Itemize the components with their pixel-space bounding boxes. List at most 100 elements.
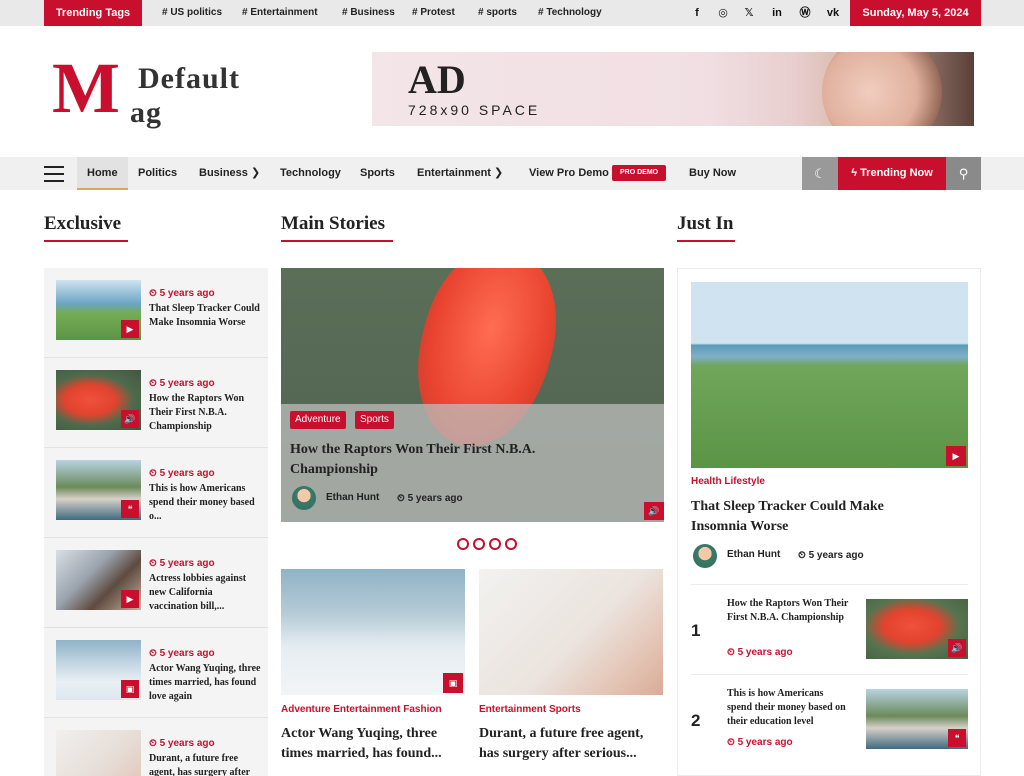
trending-now-button[interactable]: ϟ Trending Now [838, 157, 946, 190]
slider-dot-2[interactable] [473, 538, 485, 550]
author-avatar[interactable] [693, 544, 717, 568]
section-title-exclusive: Exclusive [44, 213, 122, 234]
author-avatar[interactable] [292, 486, 316, 510]
audio-volume-icon: 🔊 [948, 639, 966, 657]
logo-text-ag: ag [130, 96, 162, 129]
card-title[interactable]: Durant, a future free agent, has surgery… [479, 724, 663, 764]
tag-protest[interactable]: # Protest [412, 0, 455, 26]
slider-title[interactable]: How the Raptors Won Their First N.B.A. C… [290, 440, 590, 480]
list-item[interactable]: ▶ ⏲ 5 years ago That Sleep Tracker Could… [44, 268, 268, 358]
post-time: ⏲ 5 years ago [727, 737, 793, 748]
card-image-snowboard[interactable]: ▣ [281, 569, 465, 695]
ad-banner[interactable]: AD 728x90 SPACE [372, 52, 974, 126]
tag-entertainment[interactable]: # Entertainment [242, 0, 318, 26]
ad-title: AD [408, 57, 466, 102]
audio-volume-icon: 🔊 [644, 502, 664, 520]
thumbnail-image[interactable]: ▣ [56, 640, 141, 700]
featured-image-beach-dog[interactable]: ▶ [691, 282, 968, 468]
video-play-icon: ▶ [121, 320, 139, 338]
thumbnail-image[interactable]: ▶ [56, 550, 141, 610]
just-in-panel: ▶ Health Lifestyle That Sleep Tracker Co… [677, 268, 981, 776]
dark-mode-toggle[interactable]: ☾ [802, 157, 838, 190]
card-title[interactable]: Actor Wang Yuqing, three times married, … [281, 724, 465, 764]
slider-dot-4[interactable] [505, 538, 517, 550]
tag-us-politics[interactable]: # US politics [162, 0, 222, 26]
video-play-icon: ▶ [946, 446, 966, 466]
featured-post-title[interactable]: That Sleep Tracker Could Make Insomnia W… [691, 497, 941, 537]
list-item[interactable]: ❝ ⏲ 5 years ago This is how Americans sp… [44, 448, 268, 538]
search-icon[interactable]: ⚲ [946, 157, 981, 190]
nav-politics[interactable]: Politics [138, 157, 177, 190]
section-underline [44, 240, 128, 242]
list-item[interactable]: ▣ ⏲ 5 years ago Actor Wang Yuqing, three… [44, 628, 268, 718]
post-title[interactable]: This is how Americans spend their money … [149, 482, 261, 524]
thumbnail-image[interactable]: 🔊 [56, 370, 141, 430]
nav-sports[interactable]: Sports [360, 157, 395, 190]
post-title[interactable]: Actor Wang Yuqing, three times married, … [149, 662, 261, 704]
nav-home[interactable]: Home [77, 157, 128, 190]
slider-dot-3[interactable] [489, 538, 501, 550]
post-title[interactable]: This is how Americans spend their money … [727, 687, 849, 729]
tag-technology[interactable]: # Technology [538, 0, 602, 26]
post-time: ⏲ 5 years ago [149, 468, 215, 479]
hamburger-menu-icon[interactable] [44, 166, 64, 182]
thumbnail-image[interactable] [56, 730, 141, 776]
thumbnail-image[interactable]: ❝ [866, 689, 968, 749]
post-time: ⏲ 5 years ago [149, 648, 215, 659]
video-play-icon: ▶ [121, 590, 139, 608]
list-item[interactable]: ⏲ 5 years ago Durant, a future free agen… [44, 718, 268, 776]
list-item[interactable]: 🔊 ⏲ 5 years ago How the Raptors Won Thei… [44, 358, 268, 448]
linkedin-icon[interactable]: in [766, 0, 788, 26]
logo-text-default: Default [138, 62, 240, 95]
list-item[interactable]: 1 How the Raptors Won Their First N.B.A.… [691, 584, 968, 672]
vk-icon[interactable]: vk [822, 0, 844, 26]
post-time: ⏲ 5 years ago [798, 550, 864, 561]
wordpress-icon[interactable]: Ⓦ [794, 0, 816, 26]
post-title[interactable]: That Sleep Tracker Could Make Insomnia W… [149, 302, 261, 330]
logo-letter: M [52, 48, 120, 128]
post-title[interactable]: How the Raptors Won Their First N.B.A. C… [727, 597, 849, 625]
post-title[interactable]: How the Raptors Won Their First N.B.A. C… [149, 392, 261, 434]
nav-buy-now[interactable]: Buy Now [689, 157, 736, 190]
post-title[interactable]: Actress lobbies against new California v… [149, 572, 261, 614]
author-name[interactable]: Ethan Hunt [727, 549, 780, 560]
category-badge-sports[interactable]: Sports [355, 411, 394, 429]
post-time: ⏲ 5 years ago [149, 288, 215, 299]
post-categories[interactable]: Health Lifestyle [691, 476, 765, 487]
author-name[interactable]: Ethan Hunt [326, 492, 379, 503]
nav-view-pro-demo[interactable]: View Pro Demo [529, 157, 609, 190]
card-image-lipbalm[interactable] [479, 569, 663, 695]
thumbnail-image[interactable]: ▶ [56, 280, 141, 340]
facebook-icon[interactable]: f [686, 0, 708, 26]
list-item[interactable]: 2 This is how Americans spend their mone… [691, 674, 968, 762]
category-badge-adventure[interactable]: Adventure [290, 411, 346, 429]
main-story-slider[interactable]: Adventure Sports How the Raptors Won The… [281, 268, 664, 522]
card-categories[interactable]: Entertainment Sports [479, 704, 581, 715]
quote-icon: ❝ [121, 500, 139, 518]
tag-business[interactable]: # Business [342, 0, 395, 26]
nav-business[interactable]: Business ❯ [199, 157, 260, 190]
x-icon[interactable]: 𝕏 [738, 0, 760, 26]
section-underline [677, 240, 735, 242]
nav-technology[interactable]: Technology [280, 157, 341, 190]
instagram-icon[interactable]: ◎ [712, 0, 734, 26]
exclusive-list: ▶ ⏲ 5 years ago That Sleep Tracker Could… [44, 268, 268, 776]
section-underline [281, 240, 393, 242]
post-time: ⏲ 5 years ago [149, 738, 215, 749]
tag-sports[interactable]: # sports [478, 0, 517, 26]
site-logo[interactable]: M Default ag [52, 48, 272, 132]
list-number: 2 [691, 711, 701, 730]
thumbnail-image[interactable]: 🔊 [866, 599, 968, 659]
gallery-image-icon: ▣ [443, 673, 463, 693]
post-time: ⏲ 5 years ago [397, 493, 463, 504]
card-categories[interactable]: Adventure Entertainment Fashion [281, 704, 442, 715]
section-title-just-in: Just In [677, 213, 734, 234]
trending-tags-label: Trending Tags [44, 0, 142, 26]
post-time: ⏲ 5 years ago [149, 558, 215, 569]
list-item[interactable]: ▶ ⏲ 5 years ago Actress lobbies against … [44, 538, 268, 628]
list-number: 1 [691, 621, 701, 640]
slider-dot-1[interactable] [457, 538, 469, 550]
nav-entertainment[interactable]: Entertainment ❯ [417, 157, 503, 190]
post-title[interactable]: Durant, a future free agent, has surgery… [149, 752, 261, 776]
thumbnail-image[interactable]: ❝ [56, 460, 141, 520]
